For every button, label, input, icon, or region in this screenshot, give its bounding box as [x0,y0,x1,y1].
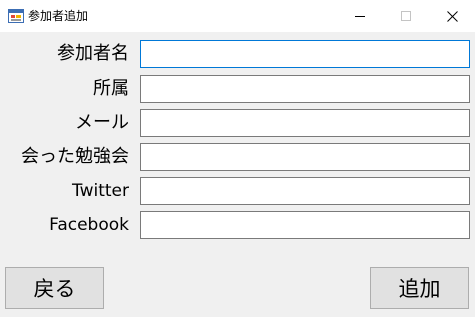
met-study-group-label: 会った勉強会 [21,146,129,167]
close-button[interactable] [429,0,475,32]
back-button[interactable]: 戻る [5,267,104,309]
form-window-icon [8,9,24,23]
facebook-label: Facebook [49,215,129,235]
window-title: 参加者追加 [28,9,89,23]
minimize-icon [355,16,365,17]
add-button[interactable]: 追加 [370,267,469,309]
met-study-group-input[interactable] [140,143,470,171]
title-bar: 参加者追加 [0,0,475,32]
participant-name-label: 参加者名 [57,43,129,64]
minimize-button[interactable] [337,0,383,32]
email-input[interactable] [140,109,470,137]
maximize-button[interactable] [383,0,429,32]
maximize-icon [401,11,411,21]
close-icon [446,10,458,22]
twitter-label: Twitter [72,181,129,201]
twitter-input[interactable] [140,177,470,205]
email-label: メール [75,112,129,133]
affiliation-input[interactable] [140,75,470,103]
affiliation-label: 所属 [93,78,129,99]
facebook-input[interactable] [140,211,470,239]
participant-name-input[interactable] [140,40,470,68]
